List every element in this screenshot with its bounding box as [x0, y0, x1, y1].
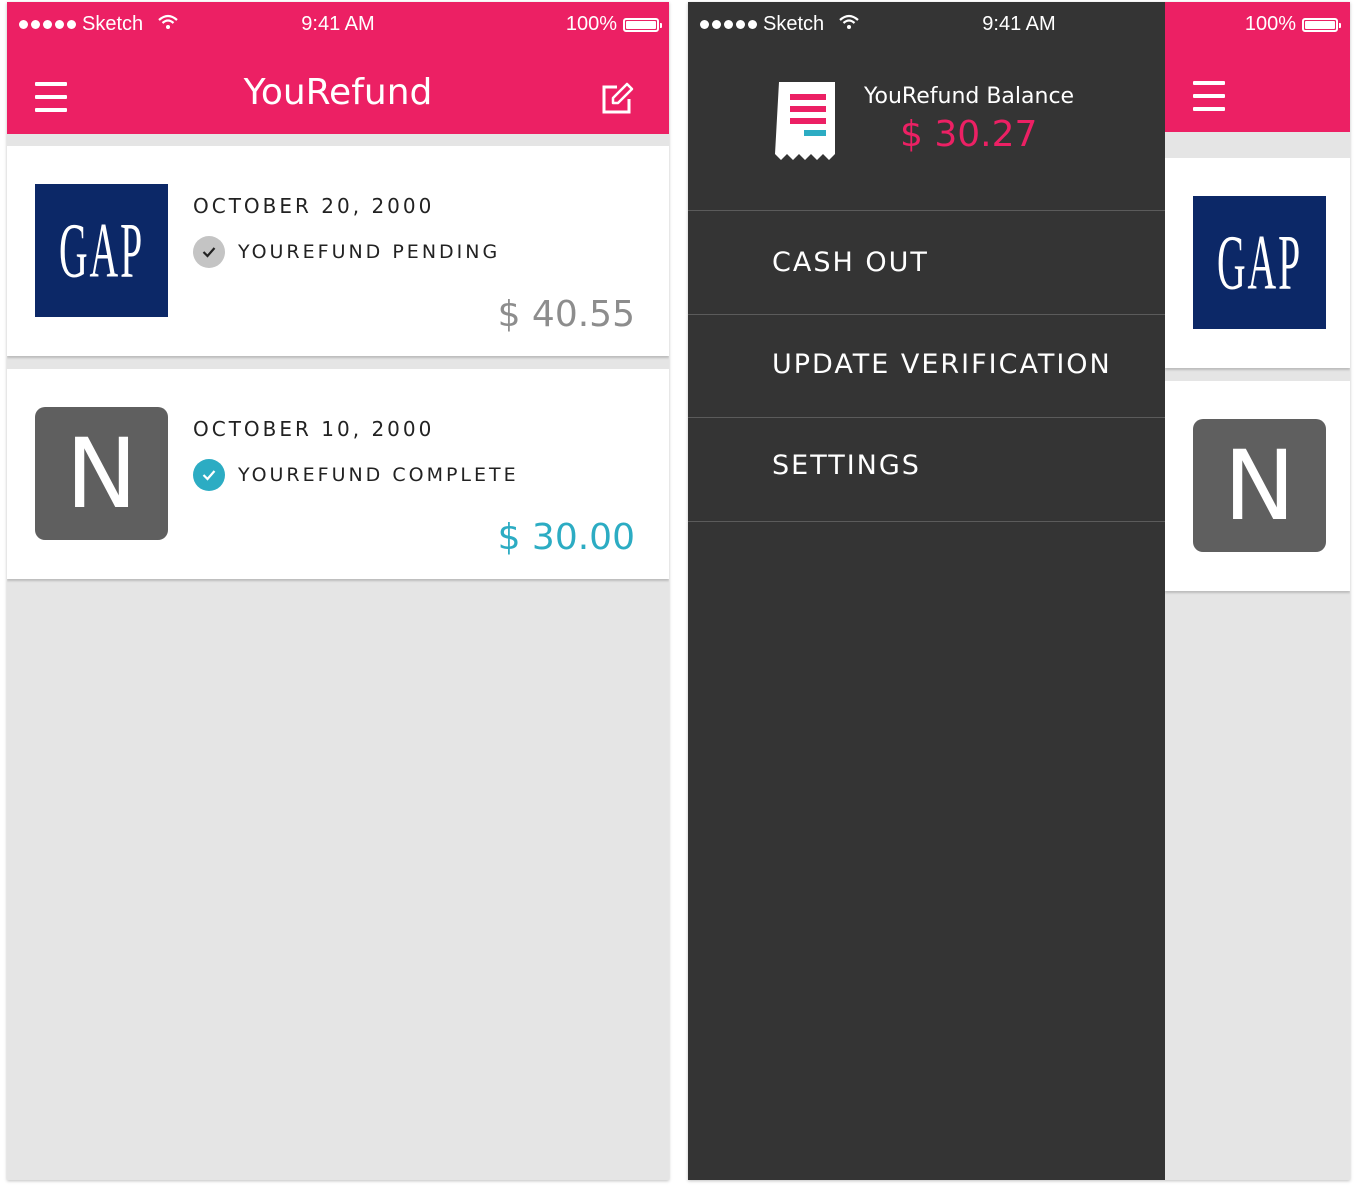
screen-drawer-open: Sketch 9:41 AM YouRefund Balance $ 30.27… — [688, 2, 1350, 1180]
balance-label: YouRefund Balance — [864, 84, 1075, 109]
refund-status: YOUREFUND PENDING — [193, 236, 500, 268]
hamburger-menu-icon[interactable] — [1193, 81, 1225, 111]
refund-card[interactable]: N OCTOBER 10, 2000 YOUREFUND COMPLETE $ … — [7, 369, 669, 579]
check-icon — [193, 236, 225, 268]
nordstrom-logo: N — [1193, 419, 1326, 552]
receipt-icon — [773, 80, 839, 162]
battery-percent: 100% — [565, 13, 617, 35]
battery-icon — [623, 17, 662, 32]
app-title: YouRefund — [243, 72, 433, 113]
refund-date: OCTOBER 10, 2000 — [193, 417, 435, 441]
status-time: 9:41 AM — [982, 13, 1056, 35]
status-bar: Sketch 9:41 AM 100% — [7, 2, 669, 48]
refund-amount: $ 40.55 — [497, 294, 635, 335]
check-icon — [193, 459, 225, 491]
status-bar: Sketch 9:41 AM — [688, 2, 1165, 48]
refund-card[interactable]: N — [1165, 381, 1350, 591]
refund-list-peek[interactable]: 100% GAP N — [1165, 2, 1350, 1180]
gap-logo: GAP — [35, 184, 168, 317]
refund-status-text: YOUREFUND COMPLETE — [238, 464, 519, 486]
app-header: Sketch 9:41 AM 100% YouRefund — [7, 2, 669, 134]
navigation-drawer: Sketch 9:41 AM YouRefund Balance $ 30.27… — [688, 2, 1165, 1180]
refund-amount: $ 30.00 — [497, 517, 635, 558]
refund-card[interactable]: GAP OCTOBER 20, 2000 YOUREFUND PENDING $… — [7, 146, 669, 356]
refund-status-text: YOUREFUND PENDING — [238, 241, 501, 263]
menu-item-settings[interactable]: SETTINGS — [688, 418, 1165, 518]
edit-icon[interactable] — [599, 81, 635, 117]
nordstrom-logo: N — [35, 407, 168, 540]
menu-item-cash-out[interactable]: CASH OUT — [688, 211, 1165, 311]
refund-card[interactable]: GAP — [1165, 158, 1350, 368]
refund-date: OCTOBER 20, 2000 — [193, 194, 435, 218]
menu-item-update-verification[interactable]: UPDATE VERIFICATION — [688, 315, 1165, 415]
screen-refund-list: Sketch 9:41 AM 100% YouRefund GAP OCTOBE… — [7, 2, 669, 1180]
gap-logo: GAP — [1193, 196, 1326, 329]
refund-status: YOUREFUND COMPLETE — [193, 459, 519, 491]
divider — [688, 521, 1165, 522]
balance-amount: $ 30.27 — [900, 114, 1038, 155]
